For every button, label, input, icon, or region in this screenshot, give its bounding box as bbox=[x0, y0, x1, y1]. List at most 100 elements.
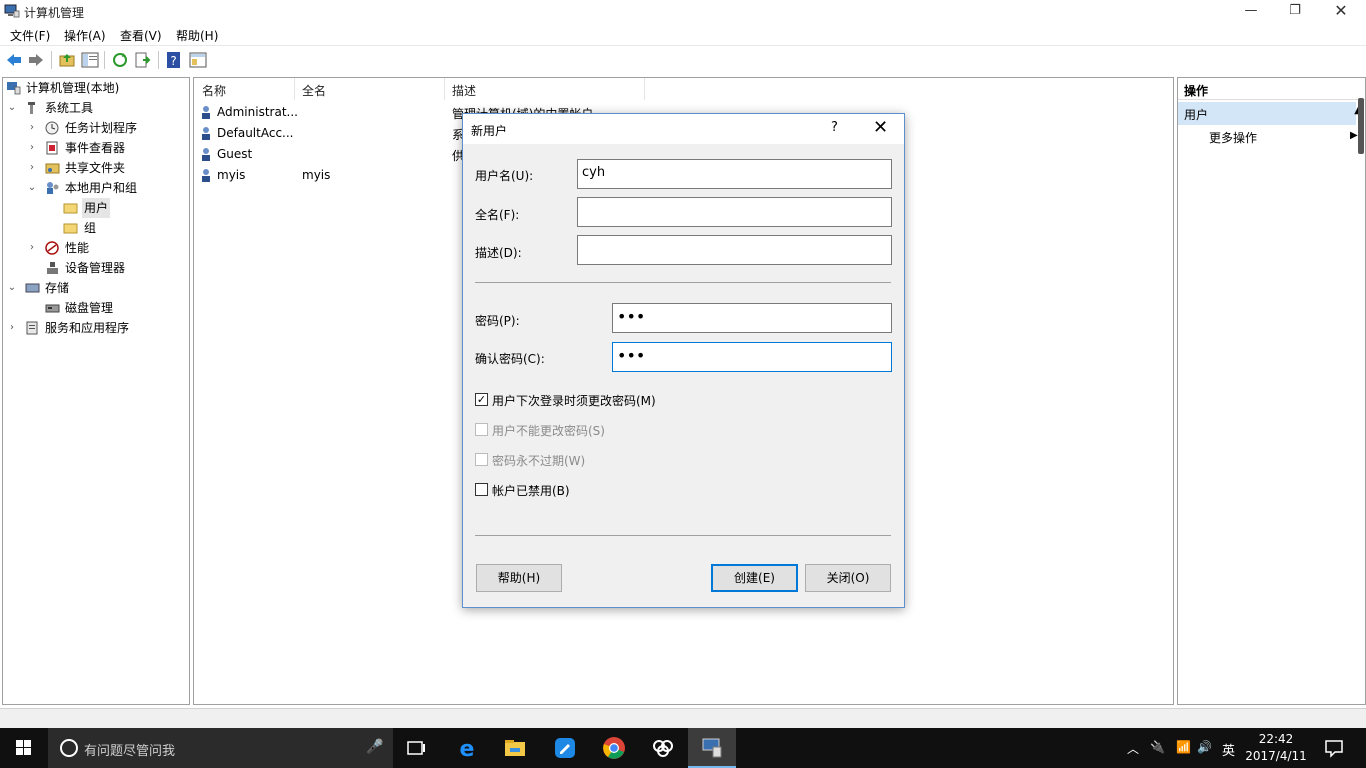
column-header-description[interactable]: 描述 bbox=[452, 82, 476, 99]
checkmark-icon: ✓ bbox=[475, 393, 488, 406]
folder-icon bbox=[63, 203, 78, 214]
wifi-icon[interactable]: 📶 bbox=[1176, 740, 1191, 754]
minimize-button[interactable]: — bbox=[1228, 0, 1274, 23]
collapsed-chevron-icon[interactable]: › bbox=[6, 318, 18, 338]
taskbar: 有问题尽管问我 🎤 e ︿ 🔌 📶 🔊 英 22:42 2017/4/11 bbox=[0, 728, 1366, 768]
performance-icon bbox=[45, 241, 59, 255]
user-icon bbox=[202, 106, 210, 119]
divider bbox=[475, 535, 891, 536]
storage-icon bbox=[25, 283, 40, 293]
computer-management-icon bbox=[7, 82, 21, 95]
expanded-chevron-icon[interactable]: ⌄ bbox=[6, 98, 18, 118]
menu-view[interactable]: 查看(V) bbox=[120, 27, 162, 44]
scrollbar-thumb[interactable] bbox=[1358, 98, 1364, 154]
show-hide-tree-icon[interactable] bbox=[81, 51, 99, 69]
event-viewer-icon bbox=[46, 141, 58, 155]
status-bar bbox=[0, 708, 1366, 728]
username-label: 用户名(U): bbox=[475, 169, 534, 183]
shared-folder-icon bbox=[45, 163, 60, 174]
microphone-icon[interactable]: 🎤 bbox=[366, 739, 383, 755]
search-box[interactable]: 有问题尽管问我 🎤 bbox=[48, 728, 393, 768]
export-list-icon[interactable] bbox=[134, 51, 152, 69]
actions-group-users[interactable]: 用户 ▲ bbox=[1178, 102, 1362, 125]
computer-management-icon bbox=[4, 4, 20, 18]
confirm-password-label: 确认密码(C): bbox=[475, 352, 545, 366]
collapsed-chevron-icon[interactable]: › bbox=[26, 158, 38, 178]
column-header-name[interactable]: 名称 bbox=[202, 82, 226, 99]
back-arrow-icon[interactable] bbox=[5, 51, 23, 69]
help-icon[interactable]: ? bbox=[165, 51, 183, 69]
divider bbox=[475, 282, 891, 283]
actions-title: 操作 bbox=[1178, 78, 1365, 100]
column-header-fullname[interactable]: 全名 bbox=[302, 82, 326, 99]
expanded-chevron-icon[interactable]: ⌄ bbox=[6, 278, 18, 298]
collapsed-chevron-icon[interactable]: › bbox=[26, 138, 38, 158]
svg-text:?: ? bbox=[170, 54, 176, 68]
close-button[interactable]: 关闭(O) bbox=[805, 564, 891, 592]
help-button[interactable]: 帮助(H) bbox=[476, 564, 562, 592]
username-input[interactable]: cyh bbox=[577, 159, 892, 189]
baidu-netdisk-icon[interactable] bbox=[651, 736, 675, 760]
dialog-title: 新用户 bbox=[471, 124, 508, 138]
clock-time: 22:42 bbox=[1258, 732, 1294, 746]
services-icon bbox=[26, 321, 38, 335]
password-label: 密码(P): bbox=[475, 314, 520, 328]
collapsed-chevron-icon[interactable]: › bbox=[26, 118, 38, 138]
window-title: 计算机管理 bbox=[24, 6, 85, 20]
folder-icon bbox=[63, 223, 78, 234]
clock-date: 2017/4/11 bbox=[1245, 749, 1307, 763]
search-placeholder: 有问题尽管问我 bbox=[84, 744, 176, 759]
file-explorer-icon[interactable] bbox=[503, 736, 527, 760]
menu-bar: 文件(F) 操作(A) 查看(V) 帮助(H) bbox=[0, 23, 1366, 45]
taskbar-active-app[interactable] bbox=[688, 728, 736, 768]
show-hidden-icons-chevron[interactable]: ︿ bbox=[1127, 740, 1139, 757]
cortana-icon bbox=[60, 739, 78, 757]
menu-file[interactable]: 文件(F) bbox=[10, 27, 50, 44]
fullname-input[interactable] bbox=[577, 197, 892, 227]
notes-app-icon[interactable] bbox=[553, 736, 577, 760]
description-input[interactable] bbox=[577, 235, 892, 265]
properties-view-icon[interactable] bbox=[189, 51, 207, 69]
svg-text:e: e bbox=[460, 737, 475, 760]
system-tools-icon bbox=[28, 102, 35, 114]
create-button[interactable]: 创建(E) bbox=[711, 564, 798, 592]
expanded-chevron-icon[interactable]: ⌄ bbox=[26, 178, 38, 198]
volume-icon[interactable]: 🔊 bbox=[1197, 740, 1212, 754]
user-icon bbox=[202, 127, 210, 140]
confirm-password-input[interactable]: ••• bbox=[612, 342, 892, 372]
windows-start-icon[interactable] bbox=[0, 728, 48, 768]
dialog-close-button[interactable]: ✕ bbox=[873, 117, 888, 138]
close-window-button[interactable]: ✕ bbox=[1318, 0, 1364, 23]
device-manager-icon bbox=[47, 262, 58, 274]
users-groups-icon bbox=[47, 182, 59, 194]
restore-button[interactable]: ❐ bbox=[1272, 0, 1318, 23]
dialog-help-button[interactable]: ? bbox=[831, 120, 838, 135]
menu-action[interactable]: 操作(A) bbox=[64, 27, 106, 44]
action-center-icon[interactable] bbox=[1322, 736, 1346, 760]
ime-indicator[interactable]: 英 bbox=[1222, 740, 1235, 759]
clock[interactable]: 22:42 2017/4/11 bbox=[1240, 731, 1312, 765]
computer-management-icon bbox=[702, 738, 722, 758]
more-actions-link[interactable]: 更多操作 bbox=[1209, 129, 1257, 146]
disk-icon bbox=[45, 304, 60, 313]
edge-browser-icon[interactable]: e bbox=[455, 736, 479, 760]
task-view-icon[interactable] bbox=[404, 736, 428, 760]
new-user-dialog: 新用户 ? ✕ 用户名(U): cyh 全名(F): 描述(D): 密码(P):… bbox=[462, 113, 905, 608]
password-input[interactable]: ••• bbox=[612, 303, 892, 333]
up-folder-icon[interactable] bbox=[58, 51, 76, 69]
battery-plug-icon[interactable]: 🔌 bbox=[1150, 740, 1165, 754]
clock-icon bbox=[45, 121, 59, 135]
user-icon bbox=[202, 169, 210, 182]
toolbar: ? bbox=[0, 45, 1366, 73]
list-header: 名称 全名 描述 bbox=[194, 78, 1173, 100]
menu-help[interactable]: 帮助(H) bbox=[176, 27, 218, 44]
dialog-titlebar: 新用户 ? ✕ bbox=[463, 114, 904, 144]
submenu-arrow-icon: ▶ bbox=[1350, 130, 1358, 141]
collapsed-chevron-icon[interactable]: › bbox=[26, 238, 38, 258]
chrome-icon[interactable] bbox=[602, 736, 626, 760]
description-label: 描述(D): bbox=[475, 246, 522, 260]
refresh-icon[interactable] bbox=[111, 51, 129, 69]
user-icon bbox=[202, 148, 210, 161]
actions-panel: 操作 用户 ▲ 更多操作 ▶ bbox=[1177, 77, 1366, 705]
forward-arrow-icon[interactable] bbox=[27, 51, 45, 69]
